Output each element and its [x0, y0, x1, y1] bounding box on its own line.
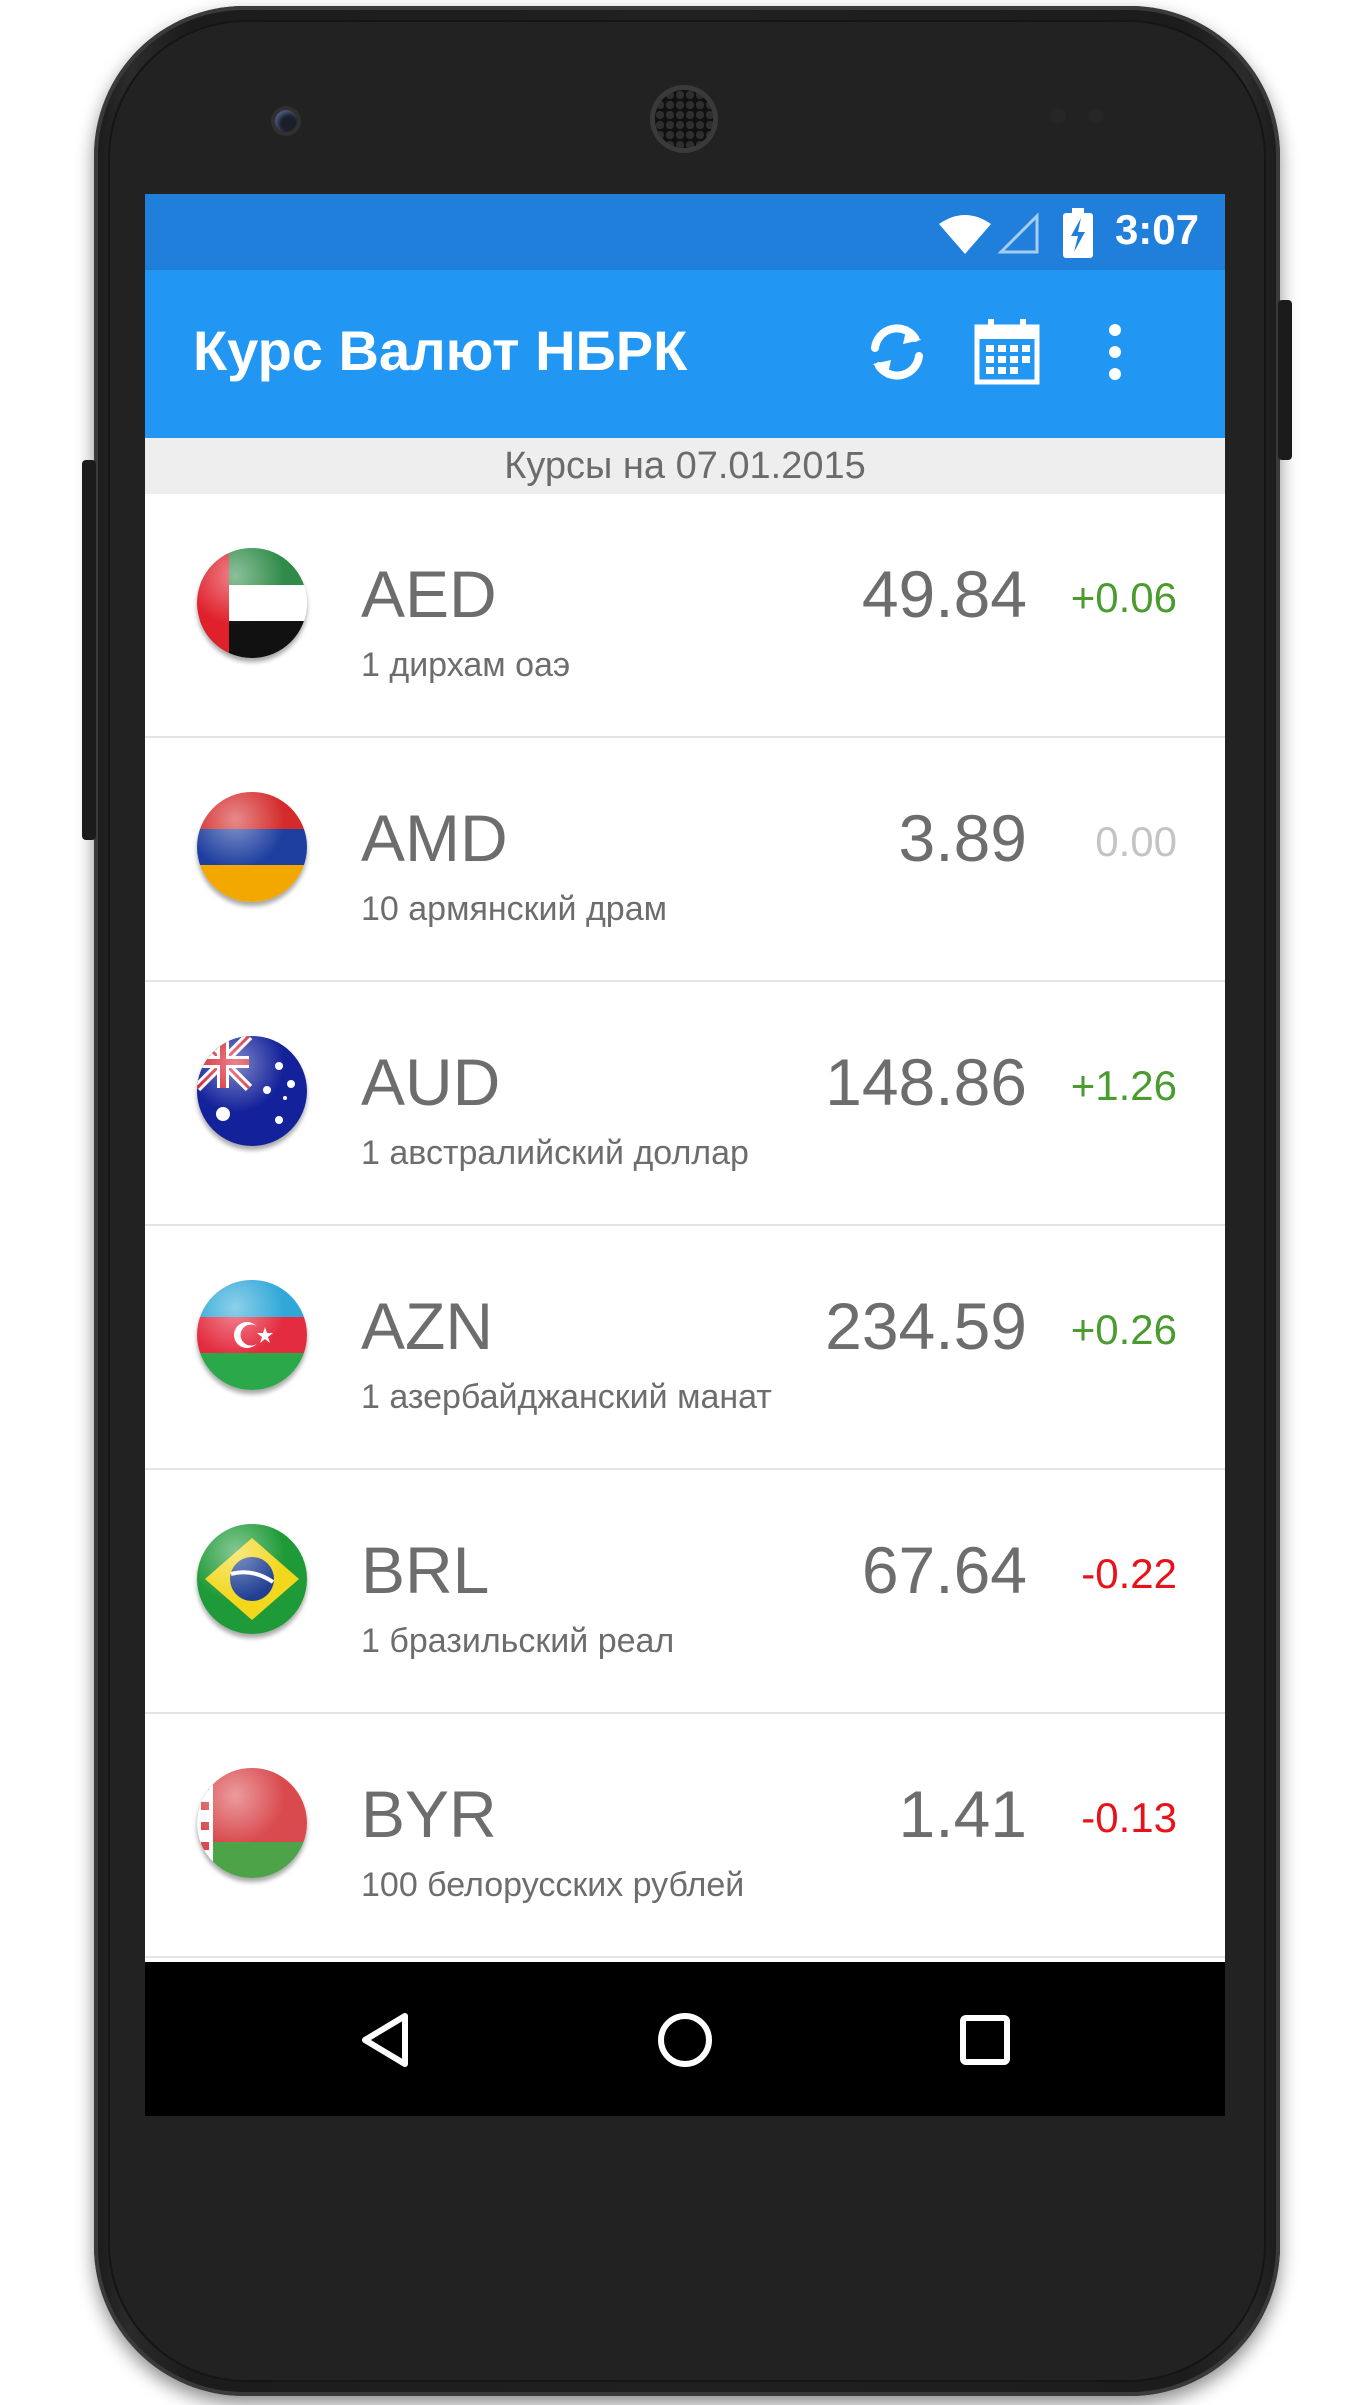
back-button[interactable] — [345, 2000, 425, 2080]
back-icon — [362, 2013, 408, 2067]
currency-name: 1 австралийский доллар — [361, 1134, 749, 1172]
calendar-icon — [974, 319, 1040, 385]
date-header: Курсы на 07.01.2015 — [145, 438, 1225, 494]
status-time: 3:07 — [1114, 206, 1199, 253]
overflow-menu-button[interactable] — [1073, 310, 1157, 394]
recents-button[interactable] — [945, 2000, 1025, 2080]
currency-code: AED — [361, 557, 497, 631]
front-camera — [275, 110, 297, 132]
currency-change: +1.26 — [1070, 1062, 1177, 1109]
currency-row-brl[interactable]: BRL 1 бразильский реал 67.64 -0.22 — [145, 1470, 1225, 1714]
currency-change: 0.00 — [1095, 818, 1177, 865]
brazil-flag-icon — [197, 1524, 307, 1634]
volume-button — [82, 460, 96, 840]
currency-list: AED 1 дирхам оаэ 49.84 +0.06 AMD 10 армя… — [145, 494, 1225, 1958]
power-button — [1278, 300, 1292, 460]
currency-code: BRL — [361, 1533, 490, 1607]
light-sensor — [1088, 108, 1104, 124]
armenia-flag-icon — [197, 792, 307, 902]
app-title: Курс Валют НБРК — [193, 319, 688, 382]
currency-rate: 49.84 — [861, 557, 1027, 631]
currency-code: AZN — [361, 1289, 493, 1363]
status-bar: 3:07 — [145, 194, 1225, 270]
currency-change: -0.13 — [1081, 1794, 1177, 1841]
currency-rate: 67.64 — [861, 1533, 1027, 1607]
recents-icon — [960, 2015, 1010, 2065]
calendar-button[interactable] — [965, 310, 1049, 394]
currency-row-byr[interactable]: BYR 100 белорусских рублей 1.41 -0.13 — [145, 1714, 1225, 1958]
battery-charging-icon — [1063, 208, 1093, 258]
currency-change: +0.06 — [1070, 574, 1177, 621]
belarus-flag-icon — [197, 1768, 307, 1878]
currency-name: 10 армянский драм — [361, 890, 667, 928]
currency-rate: 148.86 — [825, 1045, 1027, 1119]
currency-code: BYR — [361, 1777, 497, 1851]
australia-flag-icon — [197, 1036, 307, 1146]
currency-change: -0.22 — [1081, 1550, 1177, 1597]
currency-row-amd[interactable]: AMD 10 армянский драм 3.89 0.00 — [145, 738, 1225, 982]
currency-code: AUD — [361, 1045, 501, 1119]
currency-name: 1 азербайджанский манат — [361, 1378, 772, 1416]
currency-row-aud[interactable]: AUD 1 австралийский доллар 148.86 +1.26 — [145, 982, 1225, 1226]
proximity-sensor — [1050, 108, 1066, 124]
wifi-icon — [939, 215, 991, 254]
home-icon — [658, 2013, 712, 2067]
refresh-button[interactable] — [855, 310, 939, 394]
currency-change: +0.26 — [1070, 1306, 1177, 1353]
currency-row-azn[interactable]: AZN 1 азербайджанский манат 234.59 +0.26 — [145, 1226, 1225, 1470]
currency-name: 1 дирхам оаэ — [361, 646, 571, 684]
currency-row-aed[interactable]: AED 1 дирхам оаэ 49.84 +0.06 — [145, 494, 1225, 738]
currency-rate: 234.59 — [825, 1289, 1027, 1363]
home-button[interactable] — [645, 2000, 725, 2080]
screen: 3:07 Курс Валют НБРК Курсы на 07.01.2015… — [145, 194, 1225, 2116]
app-bar: Курс Валют НБРК — [145, 270, 1225, 438]
azerbaijan-flag-icon — [197, 1280, 307, 1390]
refresh-icon — [871, 324, 923, 380]
currency-name: 100 белорусских рублей — [361, 1866, 745, 1904]
navigation-bar — [145, 1962, 1225, 2116]
uae-flag-icon — [197, 548, 307, 658]
earpiece-speaker — [655, 90, 713, 148]
more-vert-icon — [1109, 324, 1121, 380]
currency-rate: 3.89 — [898, 801, 1027, 875]
cell-signal-icon — [997, 212, 1039, 254]
currency-rate: 1.41 — [898, 1777, 1027, 1851]
currency-name: 1 бразильский реал — [361, 1622, 675, 1660]
currency-code: AMD — [361, 801, 508, 875]
